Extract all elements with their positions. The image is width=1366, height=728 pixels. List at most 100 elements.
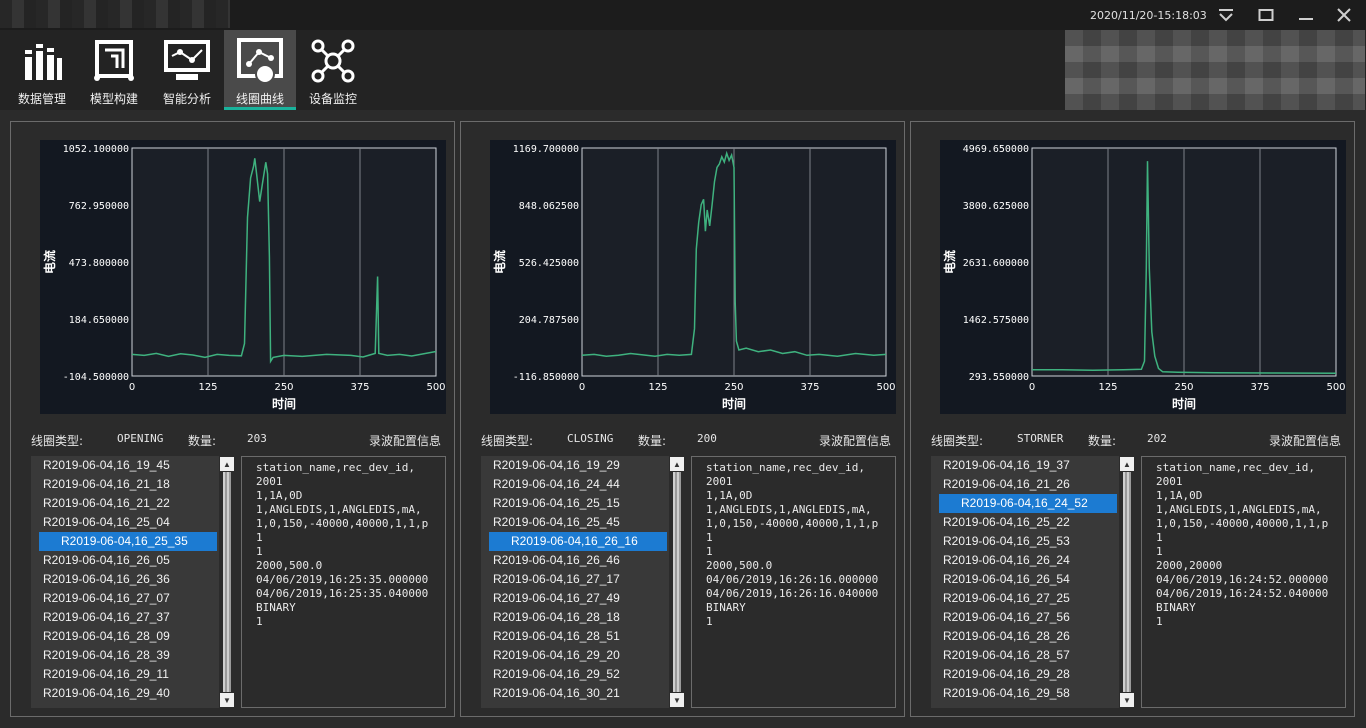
list-item[interactable]: R2019-06-04,16_27_37	[31, 608, 235, 627]
scroll-track[interactable]	[673, 472, 681, 692]
list-item[interactable]: R2019-06-04,16_26_36	[31, 570, 235, 589]
list-item[interactable]: R2019-06-04,16_21_18	[31, 475, 235, 494]
list-item[interactable]: R2019-06-04,16_27_49	[481, 589, 685, 608]
list-item[interactable]: R2019-06-04,16_27_56	[931, 608, 1135, 627]
list-item[interactable]: R2019-06-04,16_25_04	[31, 513, 235, 532]
current-chart: 0 125 250 375 500 1169.700000 848.062500 526.42…	[490, 140, 896, 414]
scroll-down-arrow-icon[interactable]: ▼	[1120, 693, 1134, 707]
list-item[interactable]: R2019-06-04,16_29_28	[931, 665, 1135, 684]
toolbar-label: 线圈曲线	[235, 92, 284, 106]
x-tick-label: 125	[198, 382, 217, 393]
y-tick-label: 2631.600000	[963, 258, 1029, 269]
list-item[interactable]: R2019-06-04,16_26_24	[931, 551, 1135, 570]
list-item[interactable]: R2019-06-04,16_21_22	[31, 494, 235, 513]
list-item[interactable]: R2019-06-04,16_25_53	[931, 532, 1135, 551]
scroll-up-arrow-icon[interactable]: ▲	[220, 457, 234, 471]
list-scrollbar[interactable]: ▲ ▼	[219, 456, 235, 708]
config-line: 1	[706, 545, 713, 558]
list-item[interactable]: R2019-06-04,16_26_54	[931, 570, 1135, 589]
scroll-down-arrow-icon[interactable]: ▼	[670, 693, 684, 707]
toolbar-item-data-management[interactable]: 数据管理	[6, 30, 78, 110]
coil-type-label: 线圈类型:	[31, 434, 84, 448]
x-tick-label: 500	[426, 382, 445, 393]
list-item[interactable]: R2019-06-04,16_27_25	[931, 589, 1135, 608]
current-chart: 0 125 250 375 500 4969.650000 3800.625000 2631.…	[940, 140, 1346, 414]
close-button[interactable]	[1333, 5, 1355, 25]
y-axis-label: 电流	[942, 250, 957, 274]
user-info-redacted	[1065, 30, 1365, 110]
list-item[interactable]: R2019-06-04,16_30_21	[481, 684, 685, 703]
toolbar-item-smart-analysis[interactable]: 智能分析	[151, 30, 223, 110]
list-item[interactable]: R2019-06-04,16_19_29	[481, 456, 685, 475]
list-item[interactable]: R2019-06-04,16_28_51	[481, 627, 685, 646]
list-item[interactable]: R2019-06-04,16_29_20	[481, 646, 685, 665]
network-nodes-icon	[311, 39, 355, 83]
x-tick-label: 0	[1029, 382, 1035, 393]
record-list[interactable]: R2019-06-04,16_19_29 R2019-06-04,16_24_44…	[481, 456, 685, 708]
list-item[interactable]: R2019-06-04,16_26_05	[31, 551, 235, 570]
y-tick-label: 204.787500	[519, 315, 579, 326]
y-tick-label: -116.850000	[513, 372, 579, 383]
list-item[interactable]: R2019-06-04,16_21_26	[931, 475, 1135, 494]
toolbar-item-coil-curve[interactable]: 线圈曲线	[224, 30, 296, 110]
list-item[interactable]: R2019-06-04,16_29_40	[31, 684, 235, 703]
list-item[interactable]: R2019-06-04,16_29_58	[931, 684, 1135, 703]
config-line: 1,ANGLEDIS,1,ANGLEDIS,mA,	[256, 503, 422, 516]
list-scrollbar[interactable]: ▲ ▼	[1119, 456, 1135, 708]
config-line: 2001	[256, 475, 283, 488]
list-item[interactable]: R2019-06-04,16_27_07	[31, 589, 235, 608]
toolbar-item-device-monitor[interactable]: 设备监控	[297, 30, 369, 110]
coil-panel-storner: 0 125 250 375 500 4969.650000 3800.625000 2631.…	[910, 121, 1355, 717]
config-line: BINARY	[256, 601, 296, 614]
x-tick-label: 375	[350, 382, 369, 393]
minimize-button[interactable]	[1295, 5, 1317, 25]
list-item[interactable]: R2019-06-04,16_28_18	[481, 608, 685, 627]
list-item[interactable]: R2019-06-04,16_27_17	[481, 570, 685, 589]
list-item[interactable]: R2019-06-04,16_19_45	[31, 456, 235, 475]
record-list[interactable]: R2019-06-04,16_19_45 R2019-06-04,16_21_18…	[31, 456, 235, 708]
list-scrollbar[interactable]: ▲ ▼	[669, 456, 685, 708]
x-tick-label: 250	[274, 382, 293, 393]
list-item[interactable]: R2019-06-04,16_25_22	[931, 513, 1135, 532]
scroll-up-arrow-icon[interactable]: ▲	[1120, 457, 1134, 471]
list-item[interactable]: R2019-06-04,16_24_44	[481, 475, 685, 494]
list-item-selected[interactable]: R2019-06-04,16_24_52	[939, 494, 1117, 513]
list-item[interactable]: R2019-06-04,16_29_52	[481, 665, 685, 684]
x-axis-label: 时间	[1172, 396, 1196, 411]
list-item-selected[interactable]: R2019-06-04,16_26_16	[489, 532, 667, 551]
scroll-track[interactable]	[223, 472, 231, 692]
list-item[interactable]: R2019-06-04,16_28_57	[931, 646, 1135, 665]
config-info-box[interactable]: station_name,rec_dev_id, 2001 1,1A,0D 1,ANG…	[691, 456, 896, 708]
coil-info-row: 线圈类型: OPENING 数量: 203 录波配置信息	[31, 432, 446, 450]
config-info-box[interactable]: station_name,rec_dev_id, 2001 1,1A,0D 1,ANG…	[1141, 456, 1346, 708]
scroll-up-arrow-icon[interactable]: ▲	[670, 457, 684, 471]
list-item[interactable]: R2019-06-04,16_29_11	[31, 665, 235, 684]
scroll-down-arrow-icon[interactable]: ▼	[220, 693, 234, 707]
list-item[interactable]: R2019-06-04,16_25_15	[481, 494, 685, 513]
list-item[interactable]: R2019-06-04,16_26_46	[481, 551, 685, 570]
list-item[interactable]: R2019-06-04,16_28_09	[31, 627, 235, 646]
list-item[interactable]: R2019-06-04,16_25_45	[481, 513, 685, 532]
y-tick-label: 762.950000	[69, 201, 129, 212]
count-value: 200	[697, 432, 717, 445]
list-item[interactable]: R2019-06-04,16_28_26	[931, 627, 1135, 646]
y-tick-label: 473.800000	[69, 258, 129, 269]
dropdown-menu-button[interactable]	[1215, 5, 1237, 25]
x-tick-label: 375	[800, 382, 819, 393]
coil-info-row: 线圈类型: STORNER 数量: 202 录波配置信息	[931, 432, 1346, 450]
scroll-track[interactable]	[1123, 472, 1131, 692]
analysis-monitor-icon	[164, 40, 210, 80]
record-list[interactable]: R2019-06-04,16_19_37 R2019-06-04,16_21_26…	[931, 456, 1135, 708]
config-info-box[interactable]: station_name,rec_dev_id, 2001 1,1A,0D 1,ANG…	[241, 456, 446, 708]
list-item[interactable]: R2019-06-04,16_19_37	[931, 456, 1135, 475]
coil-type-value: STORNER	[1017, 432, 1064, 445]
config-line: station_name,rec_dev_id,	[256, 461, 415, 474]
title-bar: 2020/11/20-15:18:03	[0, 0, 1366, 30]
restore-button[interactable]	[1255, 5, 1277, 25]
coil-type-value: OPENING	[117, 432, 164, 445]
list-item[interactable]: R2019-06-04,16_28_39	[31, 646, 235, 665]
toolbar-label: 模型构建	[89, 92, 138, 106]
list-item-selected[interactable]: R2019-06-04,16_25_35	[39, 532, 217, 551]
toolbar-item-model-build[interactable]: 模型构建	[78, 30, 150, 110]
config-line: 1	[256, 545, 263, 558]
